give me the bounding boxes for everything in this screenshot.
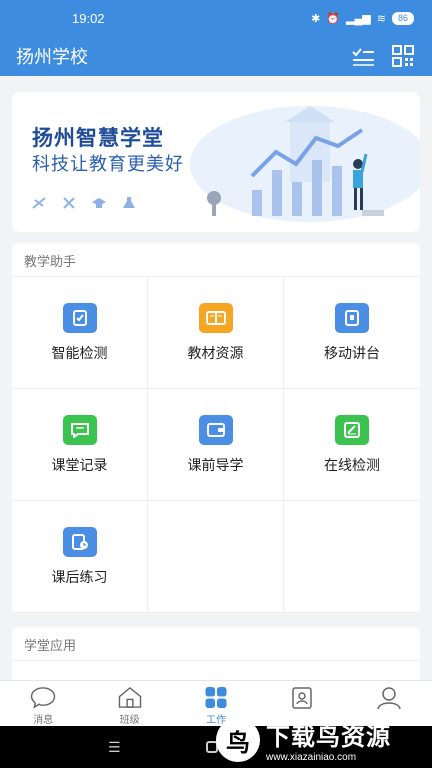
flask-icon [122, 196, 136, 208]
tool-after-class-practice[interactable]: 课后练习 [12, 501, 148, 613]
battery-indicator: 86 [391, 11, 414, 25]
tool-pre-class-guide[interactable]: 课前导学 [148, 389, 284, 501]
top-bar: 19:02 ✱ ⏰ ▂▄▆ ≋ 86 扬州学校 [0, 0, 432, 76]
grid-icon [205, 686, 227, 709]
qr-scan-icon[interactable] [390, 43, 416, 69]
apps-section: 学堂应用 [12, 627, 420, 687]
tool-label: 移动讲台 [324, 344, 380, 361]
teaching-assistant-section: 教学助手 智能检测 教材资源 移动讲台 课堂记录 课前导学 在线检测 课后练习 [12, 243, 420, 613]
nav-label: 消息 [33, 715, 54, 726]
empty-cell [148, 501, 284, 613]
banner[interactable]: 扬州智慧学堂 科技让教育更美好 [12, 92, 420, 232]
alarm-icon: ⏰ [326, 12, 341, 25]
tool-label: 在线检测 [324, 456, 380, 473]
satellite-icon [32, 196, 46, 209]
watermark-text: 下载鸟资源 www.xiazainiao.com [266, 717, 391, 763]
task-list-icon[interactable] [350, 43, 376, 69]
teaching-grid: 智能检测 教材资源 移动讲台 课堂记录 课前导学 在线检测 课后练习 [12, 277, 420, 613]
tool-label: 智能检测 [51, 344, 108, 361]
section-title: 教学助手 [12, 243, 420, 277]
graduation-cap-icon [92, 196, 106, 208]
tool-smart-test[interactable]: 智能检测 [12, 277, 148, 389]
contacts-icon [292, 687, 313, 709]
nav-messages[interactable]: 消息 [0, 681, 86, 726]
watermark-title: 下载鸟资源 [266, 724, 391, 751]
banner-slogan: 科技让教育更美好 [32, 154, 184, 174]
section-title: 学堂应用 [12, 627, 420, 661]
chat-record-icon [62, 414, 97, 445]
watermark-url: www.xiazainiao.com [266, 752, 357, 763]
bluetooth-icon: ✱ [311, 12, 321, 25]
edit-check-icon [335, 414, 369, 445]
bird-logo-icon: 鸟 [216, 718, 260, 762]
book-icon [198, 302, 233, 333]
wifi-icon: ≋ [376, 12, 386, 25]
tool-label: 课后练习 [51, 568, 108, 585]
banner-mini-icons [32, 196, 136, 209]
status-bar: 19:02 ✱ ⏰ ▂▄▆ ≋ 86 [0, 0, 432, 36]
tools-icon [62, 196, 76, 209]
status-icons: ✱ ⏰ ▂▄▆ ≋ 86 [311, 11, 414, 25]
app-header: 扬州学校 [0, 36, 432, 76]
tool-label: 课前导学 [187, 456, 244, 473]
person-icon [377, 687, 401, 710]
house-icon [118, 686, 141, 708]
status-time: 19:02 [72, 10, 105, 26]
page-title: 扬州学校 [16, 47, 88, 67]
nav-label: 班级 [119, 715, 140, 726]
clipboard-icon [62, 302, 97, 333]
tool-label: 教材资源 [187, 344, 244, 361]
signal-icon: ▂▄▆ [346, 12, 371, 25]
tool-class-record[interactable]: 课堂记录 [12, 389, 148, 501]
empty-cell [284, 501, 420, 613]
wallet-icon [198, 414, 233, 445]
tool-textbook-resources[interactable]: 教材资源 [148, 277, 284, 389]
tool-label: 课堂记录 [51, 456, 108, 473]
watermark: 鸟 下载鸟资源 www.xiazainiao.com [216, 712, 426, 768]
chat-bubble-icon [30, 687, 56, 709]
tool-online-test[interactable]: 在线检测 [284, 389, 420, 501]
banner-illustration [190, 106, 420, 222]
tool-mobile-podium[interactable]: 移动讲台 [284, 277, 420, 389]
homework-clock-icon [62, 526, 97, 557]
nav-class[interactable]: 班级 [86, 681, 172, 726]
mobile-podium-icon [335, 302, 369, 333]
banner-title: 扬州智慧学堂 [32, 127, 164, 150]
menu-icon[interactable]: ☰ [108, 739, 121, 756]
